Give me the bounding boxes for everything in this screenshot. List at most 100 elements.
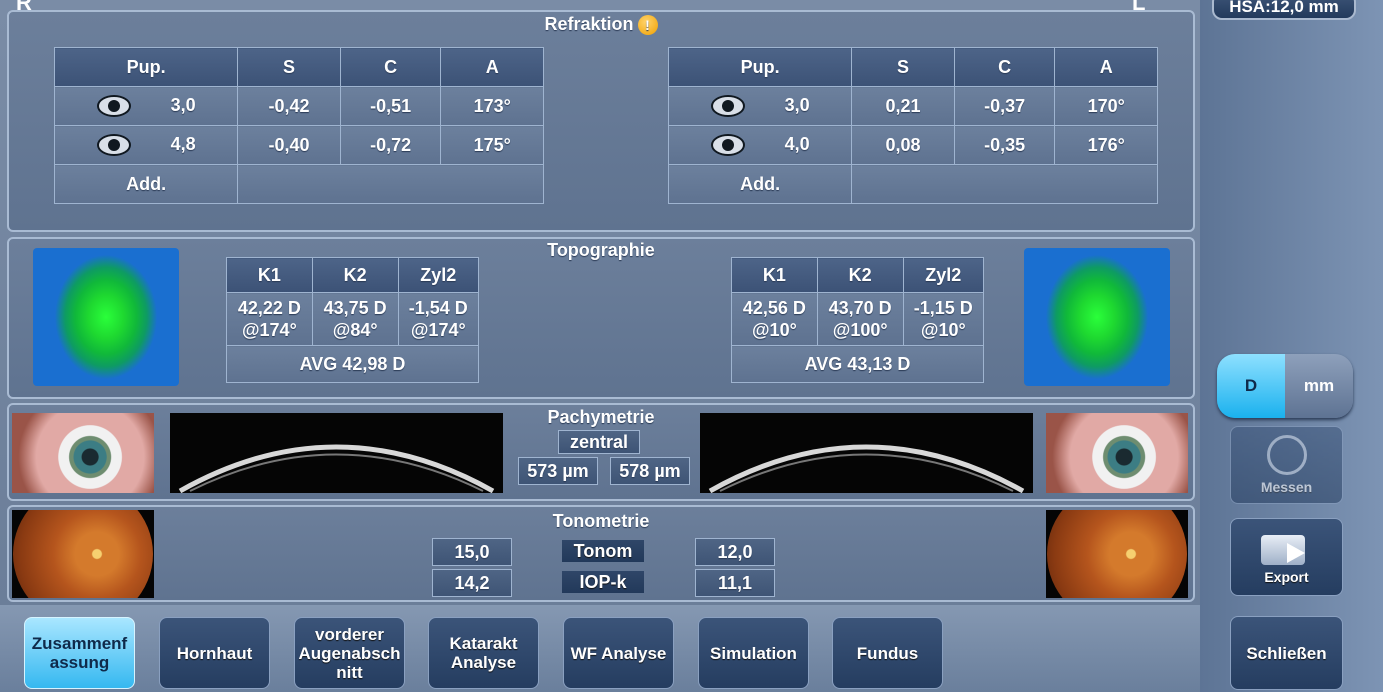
zyl2-cell: -1,54 D @174°	[397, 292, 480, 346]
table-row: 42,22 D @174° 43,75 D @84° -1,54 D @174°	[226, 292, 480, 346]
zyl2-value: -1,54 D	[408, 298, 468, 318]
avg-value: AVG 42,98 D	[226, 345, 479, 383]
table-row: 4,0 0,08 -0,35 176°	[667, 125, 1158, 165]
col-pup: Pup.	[53, 47, 239, 87]
unit-mm-option[interactable]: mm	[1285, 354, 1353, 418]
a-value: 176°	[1054, 125, 1158, 165]
table-row: AVG 42,98 D	[226, 345, 479, 383]
iopk-label: IOP-k	[562, 571, 644, 593]
eye-icon	[96, 95, 131, 118]
zyl2-cell: -1,15 D @10°	[902, 292, 985, 346]
folder-export-icon	[1260, 529, 1313, 565]
refraktion-title: Refraktion!	[9, 14, 1193, 36]
col-k2: K2	[816, 257, 904, 293]
eye-photo-right[interactable]	[12, 413, 154, 493]
pachymetrie-value-right: 573 µm	[518, 457, 598, 485]
fundus-image-right[interactable]	[12, 510, 154, 598]
k1-cell: 42,22 D @174°	[226, 292, 313, 346]
add-value	[237, 164, 544, 204]
hsa-indicator[interactable]: HSA:12,0 mm	[1212, 0, 1356, 20]
tab-vorderer-augenabschnitt[interactable]: vorderer Augenabsch nitt	[294, 617, 405, 689]
tonometrie-title: Tonometrie	[552, 511, 650, 531]
col-pup: Pup.	[667, 47, 853, 87]
tab-zusammenfassung[interactable]: Zusammenf assung	[24, 617, 135, 689]
refraktion-table-right: Pup. S C A 3,0 -0,42 -0,51 173° 4,8 -0,4…	[53, 47, 544, 204]
pup-value: 4,8	[170, 133, 196, 154]
pup-value: 3,0	[784, 94, 810, 115]
tab-fundus[interactable]: Fundus	[832, 617, 943, 689]
table-row: Add.	[667, 164, 1158, 204]
k2-cell: 43,75 D @84°	[311, 292, 399, 346]
zyl2-axis: @10°	[920, 320, 966, 340]
add-label: Add.	[667, 164, 853, 204]
topography-map-left[interactable]	[1024, 248, 1170, 386]
s-value: -0,40	[237, 125, 341, 165]
iopk-right: 14,2	[432, 569, 512, 597]
c-value: -0,37	[953, 86, 1056, 126]
a-value: 175°	[440, 125, 544, 165]
s-value: 0,08	[851, 125, 955, 165]
export-button[interactable]: Export	[1230, 518, 1343, 596]
a-value: 173°	[440, 86, 544, 126]
col-s: S	[851, 47, 955, 87]
table-row: 3,0 -0,42 -0,51 173°	[53, 86, 544, 126]
col-s: S	[237, 47, 341, 87]
c-value: -0,72	[339, 125, 442, 165]
col-c: C	[339, 47, 442, 87]
unit-d-option[interactable]: D	[1217, 354, 1285, 418]
iopk-left: 11,1	[695, 569, 775, 597]
add-label: Add.	[53, 164, 239, 204]
add-value	[851, 164, 1158, 204]
k2-value: 43,75 D	[323, 298, 387, 318]
eye-photo-left[interactable]	[1046, 413, 1188, 493]
pup-value: 3,0	[170, 94, 196, 115]
zyl2-value: -1,15 D	[913, 298, 973, 318]
table-row: 3,0 0,21 -0,37 170°	[667, 86, 1158, 126]
k2-axis: @100°	[832, 320, 888, 340]
k1-value: 42,56 D	[742, 298, 806, 318]
k-table-right: K1 K2 Zyl2 42,22 D @174° 43,75 D @84° -1,5…	[226, 257, 480, 383]
pupil-cell: 4,8	[53, 125, 239, 165]
tab-wf-analyse[interactable]: WF Analyse	[563, 617, 674, 689]
tab-katarakt-analyse[interactable]: Katarakt Analyse	[428, 617, 539, 689]
pupil-cell: 4,0	[667, 125, 853, 165]
refraktion-section: Refraktion! Pup. S C A 3,0 -0,42 -0,51 1…	[7, 10, 1195, 232]
tab-simulation[interactable]: Simulation	[698, 617, 809, 689]
zyl2-axis: @174°	[410, 320, 466, 340]
k2-value: 43,70 D	[828, 298, 892, 318]
export-label: Export	[1264, 569, 1309, 585]
k2-cell: 43,70 D @100°	[816, 292, 904, 346]
col-zyl2: Zyl2	[397, 257, 480, 293]
schliessen-button[interactable]: Schließen	[1230, 616, 1343, 690]
topographie-section[interactable]: Topographie K1 K2 Zyl2 42,22 D @174° 43,7…	[7, 237, 1195, 399]
pup-value: 4,0	[784, 133, 810, 154]
tab-hornhaut[interactable]: Hornhaut	[159, 617, 270, 689]
table-row: AVG 43,13 D	[731, 345, 984, 383]
s-value: 0,21	[851, 86, 955, 126]
eye-icon	[96, 134, 131, 157]
fundus-image-left[interactable]	[1046, 510, 1188, 598]
k1-cell: 42,56 D @10°	[731, 292, 818, 346]
k1-axis: @174°	[241, 320, 297, 340]
warning-icon[interactable]: !	[637, 15, 658, 36]
measure-icon	[1266, 435, 1307, 475]
col-k2: K2	[311, 257, 399, 293]
messen-button[interactable]: Messen	[1230, 426, 1343, 504]
table-row: 42,56 D @10° 43,70 D @100° -1,15 D @10°	[731, 292, 985, 346]
col-k1: K1	[226, 257, 313, 293]
pachymetrie-section[interactable]: Pachymetrie zentral 573 µm 578 µm	[7, 403, 1195, 501]
col-zyl2: Zyl2	[902, 257, 985, 293]
scheimpflug-image-left[interactable]	[700, 413, 1033, 493]
c-value: -0,35	[953, 125, 1056, 165]
col-a: A	[1054, 47, 1158, 87]
c-value: -0,51	[339, 86, 442, 126]
scheimpflug-image-right[interactable]	[170, 413, 503, 493]
k1-value: 42,22 D	[237, 298, 301, 318]
unit-toggle[interactable]: D mm	[1217, 354, 1353, 418]
topography-map-right[interactable]	[33, 248, 179, 386]
tonometrie-section[interactable]: Tonometrie 15,0 Tonom 12,0 14,2 IOP-k 11…	[7, 505, 1195, 602]
s-value: -0,42	[237, 86, 341, 126]
k-table-left: K1 K2 Zyl2 42,56 D @10° 43,70 D @100° -1,1…	[731, 257, 985, 383]
col-a: A	[440, 47, 544, 87]
refraktion-title-text: Refraktion	[544, 14, 634, 34]
